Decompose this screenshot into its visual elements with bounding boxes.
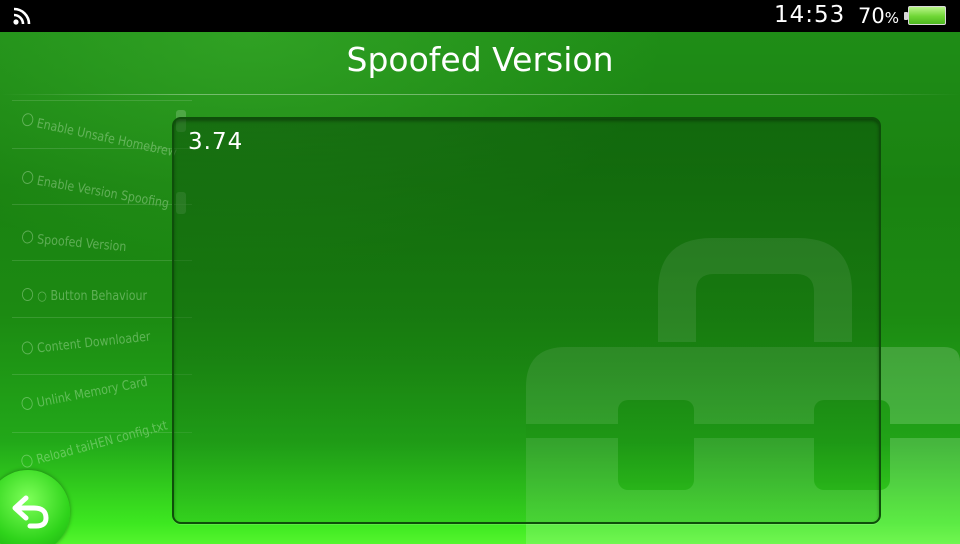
clock: 14:53 bbox=[774, 2, 846, 28]
battery-percentage-value: 70 bbox=[858, 4, 885, 28]
menu-bullet-icon bbox=[21, 170, 35, 185]
list-divider bbox=[12, 204, 192, 205]
battery-percentage: 70% bbox=[858, 4, 899, 28]
list-divider bbox=[12, 317, 192, 318]
list-item-label: ○ Button Behaviour bbox=[37, 289, 148, 304]
menu-bullet-icon bbox=[20, 112, 35, 128]
list-item-label: Enable Unsafe Homebrew bbox=[35, 116, 179, 161]
status-bar: 14:53 70% bbox=[0, 0, 960, 32]
list-item-label: Enable Version Spoofing bbox=[35, 173, 171, 212]
list-item-label: Reload taiHEN config.txt bbox=[34, 418, 170, 468]
menu-bullet-icon bbox=[19, 453, 34, 469]
list-item: Content Downloader bbox=[21, 329, 151, 358]
list-item: Unlink Memory Card bbox=[20, 374, 149, 414]
list-item-label: Content Downloader bbox=[36, 329, 152, 357]
list-divider bbox=[12, 100, 192, 101]
menu-bullet-icon bbox=[21, 340, 34, 355]
list-item: Reload taiHEN config.txt bbox=[19, 417, 170, 471]
version-text-value[interactable]: 3.74 bbox=[188, 129, 243, 155]
menu-bullet-icon bbox=[21, 230, 34, 244]
list-item-label: Spoofed Version bbox=[36, 232, 127, 256]
list-item: Enable Version Spoofing bbox=[21, 170, 171, 212]
list-divider bbox=[12, 374, 192, 375]
menu-bullet-icon bbox=[22, 288, 34, 301]
battery-percentage-sign: % bbox=[884, 9, 899, 27]
page-title: Spoofed Version bbox=[346, 40, 614, 79]
list-item-label: Unlink Memory Card bbox=[35, 374, 149, 411]
list-divider bbox=[12, 260, 192, 261]
menu-bullet-icon bbox=[20, 396, 34, 411]
version-text-field[interactable]: 3.74 bbox=[172, 117, 881, 524]
wifi-icon bbox=[13, 7, 31, 25]
list-divider bbox=[12, 148, 192, 149]
battery-icon bbox=[904, 6, 946, 25]
main-screen: Spoofed Version Enable Unsafe Homebrew E… bbox=[0, 32, 960, 544]
list-item: ○ Button Behaviour bbox=[22, 288, 147, 304]
back-arrow-icon bbox=[12, 495, 49, 529]
list-item: Spoofed Version bbox=[21, 230, 127, 255]
list-item: Enable Unsafe Homebrew bbox=[20, 112, 178, 161]
